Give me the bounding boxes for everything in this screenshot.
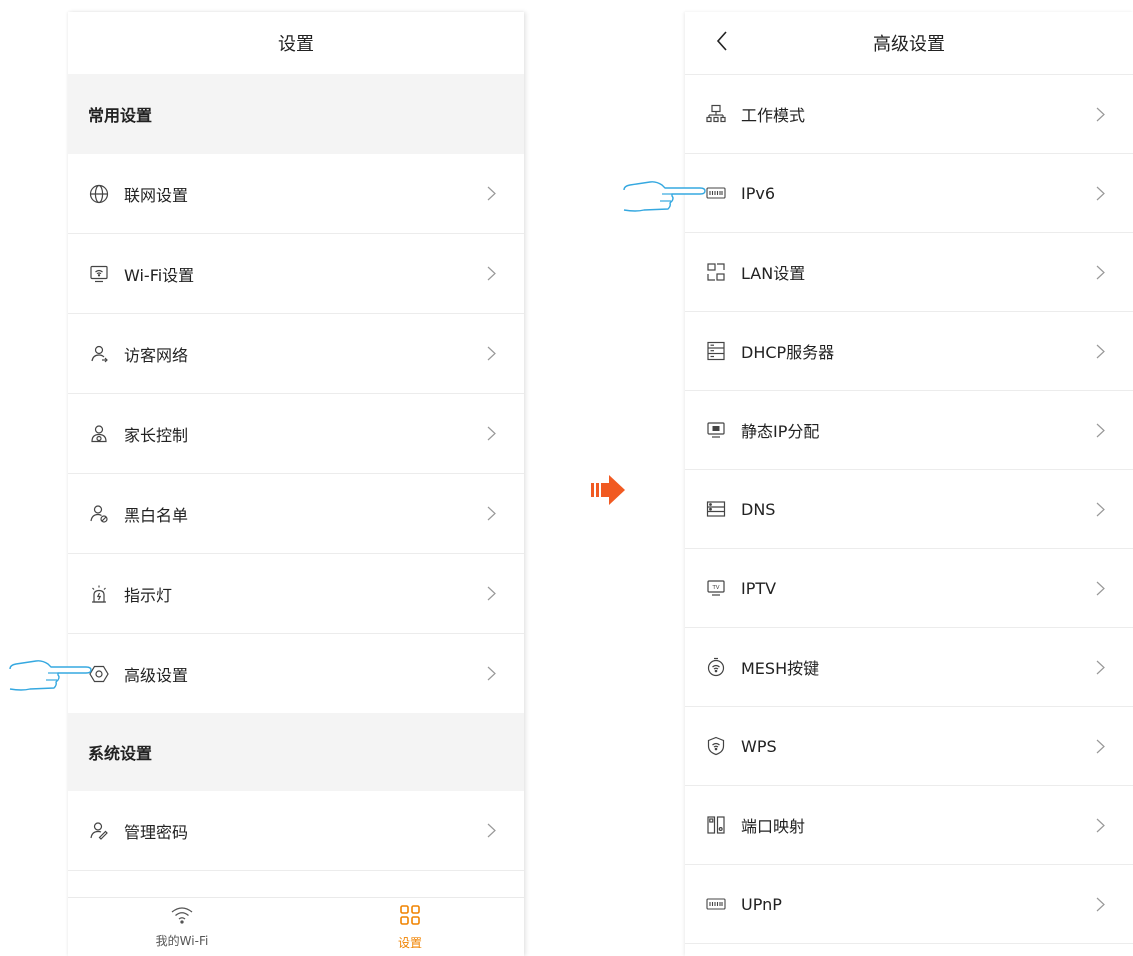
menu-item-label: 联网设置: [124, 185, 189, 205]
menu-item-label: LAN设置: [741, 264, 806, 283]
chevron-right-icon: [484, 425, 498, 443]
chevron-right-icon: [1093, 263, 1107, 281]
tab-my-wifi[interactable]: 我的Wi-Fi: [68, 898, 296, 956]
tv-icon: TV: [705, 577, 727, 599]
menu-item-indicator-light[interactable]: 指示灯: [68, 554, 524, 634]
tab-label: 我的Wi-Fi: [155, 933, 209, 948]
server-list-icon: [705, 340, 727, 362]
tab-label: 设置: [397, 935, 422, 950]
chevron-right-icon: [484, 665, 498, 683]
chevron-right-icon: [1093, 184, 1107, 202]
pointing-hand-icon: [9, 660, 92, 691]
menu-item-mesh-button[interactable]: MESH按键: [685, 628, 1133, 707]
menu-item-label: IPv6: [741, 183, 776, 203]
menu-item-guest-network[interactable]: 访客网络: [68, 314, 524, 394]
chevron-right-icon: [1093, 816, 1107, 834]
chevron-right-icon: [1093, 737, 1107, 755]
page-title: 设置: [68, 12, 524, 74]
menu-item-work-mode[interactable]: 工作模式: [685, 75, 1133, 154]
menu-item-label: 指示灯: [124, 585, 173, 605]
chevron-right-icon: [484, 185, 498, 203]
chevron-right-icon: [1093, 342, 1107, 360]
static-ip-icon: [705, 419, 727, 441]
globe-icon: [88, 183, 110, 205]
menu-item-upnp[interactable]: UPnP: [685, 865, 1133, 944]
chevron-right-icon: [1093, 105, 1107, 123]
pointing-hand-icon: [623, 181, 706, 212]
advanced-settings-screen: 高级设置 工作模式 IPv6 LAN设置 DHCP服务器 静态IP分配 DNS …: [685, 12, 1133, 956]
chevron-right-icon: [484, 822, 498, 840]
page-title: 高级设置: [873, 34, 945, 55]
menu-item-label: 家长控制: [124, 425, 189, 445]
menu-item-label: 工作模式: [741, 106, 806, 125]
svg-text:TV: TV: [711, 585, 719, 591]
section-header-system: 系统设置: [68, 713, 524, 791]
chevron-right-icon: [1093, 579, 1107, 597]
admin-password-icon: [88, 820, 110, 842]
menu-item-static-ip[interactable]: 静态IP分配: [685, 391, 1133, 470]
chevron-right-icon: [484, 345, 498, 363]
menu-item-advanced-settings[interactable]: 高级设置: [68, 634, 524, 713]
menu-item-ipv6[interactable]: IPv6: [685, 154, 1133, 233]
tab-settings[interactable]: 设置: [296, 898, 524, 956]
menu-item-label: DNS: [741, 499, 776, 519]
chevron-right-icon: [1093, 895, 1107, 913]
chevron-right-icon: [484, 585, 498, 603]
chevron-right-icon: [1093, 658, 1107, 676]
ipv6-icon: [705, 182, 727, 204]
wifi-icon: [170, 906, 194, 928]
wifi-monitor-icon: [88, 263, 110, 285]
menu-item-dns[interactable]: DNS: [685, 470, 1133, 549]
port-mapping-icon: [705, 814, 727, 836]
grid-icon: [399, 904, 421, 930]
menu-item-label: 静态IP分配: [741, 422, 820, 441]
menu-item-wps[interactable]: WPS: [685, 707, 1133, 786]
menu-item-lan-settings[interactable]: LAN设置: [685, 233, 1133, 312]
mesh-button-icon: [705, 656, 727, 678]
menu-item-label: IPTV: [741, 578, 777, 598]
bottom-tab-bar: 我的Wi-Fi 设置: [68, 897, 524, 956]
lan-icon: [705, 261, 727, 283]
menu-item-network-settings[interactable]: 联网设置: [68, 154, 524, 234]
menu-item-parental-control[interactable]: 家长控制: [68, 394, 524, 474]
page-title-bar: 高级设置: [685, 12, 1133, 75]
chevron-right-icon: [484, 505, 498, 523]
menu-item-label: 黑白名单: [124, 505, 189, 525]
wps-shield-icon: [705, 735, 727, 757]
chevron-right-icon: [1093, 500, 1107, 518]
network-topology-icon: [705, 103, 727, 125]
section-header-common: 常用设置: [68, 74, 524, 154]
indicator-light-icon: [88, 583, 110, 605]
chevron-left-icon: [716, 30, 728, 56]
settings-screen: 设置 常用设置 联网设置 Wi-Fi设置 访客网络 家长控制 黑白名单 指示灯 …: [68, 12, 524, 956]
menu-item-label: 访客网络: [124, 345, 189, 365]
dns-icon: [705, 498, 727, 520]
menu-item-label: 管理密码: [124, 822, 189, 842]
guest-user-icon: [88, 343, 110, 365]
menu-item-iptv[interactable]: TV IPTV: [685, 549, 1133, 628]
menu-item-dhcp-server[interactable]: DHCP服务器: [685, 312, 1133, 391]
chevron-right-icon: [484, 265, 498, 283]
menu-item-label: 端口映射: [741, 817, 806, 836]
menu-item-label: WPS: [741, 736, 777, 756]
menu-item-blacklist-whitelist[interactable]: 黑白名单: [68, 474, 524, 554]
parental-control-icon: [88, 423, 110, 445]
menu-item-admin-password[interactable]: 管理密码: [68, 791, 524, 871]
menu-item-label: MESH按键: [741, 659, 820, 678]
menu-item-label: Wi-Fi设置: [124, 265, 195, 285]
menu-item-label: 高级设置: [124, 665, 189, 685]
back-button[interactable]: [707, 26, 737, 60]
upnp-icon: [705, 893, 727, 915]
menu-item-label: DHCP服务器: [741, 343, 835, 362]
chevron-right-icon: [1093, 421, 1107, 439]
menu-item-port-mapping[interactable]: 端口映射: [685, 786, 1133, 865]
next-step-arrow-icon: [591, 475, 625, 505]
blocklist-user-icon: [88, 503, 110, 525]
menu-item-wifi-settings[interactable]: Wi-Fi设置: [68, 234, 524, 314]
menu-item-label: UPnP: [741, 894, 782, 914]
